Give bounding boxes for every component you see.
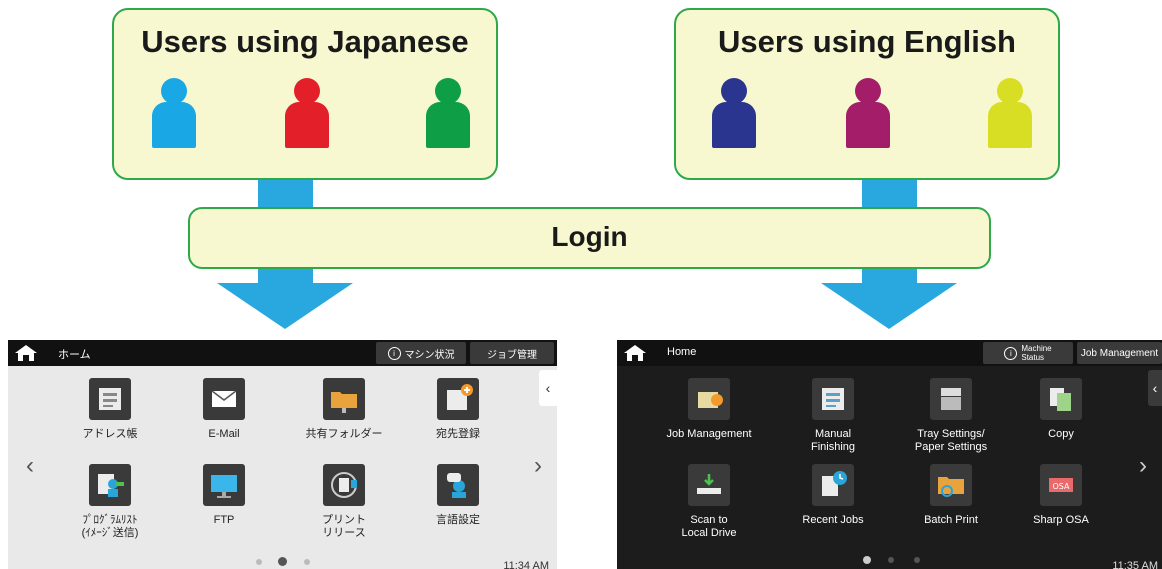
english-users-title: Users using English [717,24,1016,59]
batch-print-icon [930,464,972,506]
tile-ftp[interactable]: FTP [194,464,254,544]
tile-program-list[interactable]: ﾌﾟﾛｸﾞﾗﾑﾘｽﾄ (ｲﾒｰｼﾞ送信) [80,464,140,544]
login-box: Login [188,207,991,269]
tile-recent-jobs[interactable]: Recent Jobs [802,464,864,544]
tile-label: E-Mail [208,428,240,440]
job-management-button[interactable]: ジョブ管理 [470,342,554,364]
home-title: Home [667,346,697,358]
tile-label: Batch Print [924,514,978,526]
tile-label: Manual Finishing [810,428,856,453]
person-icon [152,78,196,150]
person-icon [285,78,329,150]
tile-sharp-osa[interactable]: OSA Sharp OSA [1031,464,1091,544]
manual-finishing-icon [812,378,854,420]
tile-shared-folder[interactable]: 共有フォルダー [306,378,383,458]
language-settings-icon [437,464,479,506]
english-users-box: Users using English [674,8,1060,180]
tile-label: Tray Settings/ Paper Settings [914,428,988,453]
tile-job-management[interactable]: Job Management [667,378,752,458]
english-to-login-connector [862,180,917,209]
email-icon [203,378,245,420]
job-management-icon [688,378,730,420]
page-dot[interactable] [888,557,894,563]
destination-register-icon [437,378,479,420]
japanese-users-title: Users using Japanese [141,24,469,59]
machine-status-button[interactable]: i マシン状況 [376,342,466,364]
down-arrow-right [821,283,957,329]
page-dot-active[interactable] [863,556,871,564]
copy-icon [1040,378,1082,420]
login-to-japanese-connector [258,269,313,283]
clock: 11:34 AM [503,560,549,569]
down-arrow-left [217,283,353,329]
person-icon [988,78,1032,150]
tile-label: Copy [1048,428,1074,440]
home-title: ホーム [58,349,91,361]
previous-page-chevron[interactable]: ‹ [26,452,34,480]
tile-label: Sharp OSA [1033,514,1089,526]
tile-label: 宛先登録 [436,428,480,440]
tray-settings-icon [930,378,972,420]
tile-label: プリント リリース [322,514,366,539]
top-bar: Home i Machine Status Job Management [617,340,1162,366]
person-icon [846,78,890,150]
tile-label: FTP [213,514,235,526]
tile-manual-finishing[interactable]: Manual Finishing [803,378,863,458]
tile-label: アドレス帳 [82,428,138,440]
next-page-chevron[interactable]: › [1139,452,1147,480]
machine-status-button[interactable]: i Machine Status [983,342,1073,364]
print-release-icon [323,464,365,506]
address-book-icon [89,378,131,420]
machine-status-label: Machine Status [1021,344,1052,362]
page-dot[interactable] [914,557,920,563]
home-icon[interactable] [623,344,653,362]
shared-folder-icon [323,378,365,420]
english-home-screen: Home i Machine Status Job Management ‹ ›… [617,340,1162,569]
japanese-home-screen: ホーム i マシン状況 ジョブ管理 ‹ ‹ › アドレス帳 E-Mail 共有フォル… [8,340,557,569]
tile-scan-to-local-drive[interactable]: Scan to Local Drive [679,464,739,544]
home-icon[interactable] [14,344,44,362]
next-page-chevron[interactable]: › [534,452,542,480]
tile-label: Scan to Local Drive [681,514,737,539]
recent-jobs-icon [812,464,854,506]
machine-status-label: マシン状況 [404,349,455,361]
info-icon: i [387,346,401,360]
tile-label: 共有フォルダー [305,428,383,440]
info-icon: i [1004,346,1018,360]
tile-copy[interactable]: Copy [1031,378,1091,458]
clock: 11:35 AM [1112,560,1158,569]
tile-label: Job Management [666,428,752,440]
tile-label: 言語設定 [436,514,480,526]
collapse-tab[interactable]: ‹ [539,370,557,406]
svg-text:OSA: OSA [1053,482,1071,491]
job-management-button[interactable]: Job Management [1077,342,1162,364]
tile-email[interactable]: E-Mail [194,378,254,458]
tile-label: Recent Jobs [802,514,864,526]
tile-print-release[interactable]: プリント リリース [314,464,374,544]
ftp-icon [203,464,245,506]
login-to-english-connector [862,269,917,283]
sharp-osa-icon: OSA [1040,464,1082,506]
tile-label: ﾌﾟﾛｸﾞﾗﾑﾘｽﾄ (ｲﾒｰｼﾞ送信) [81,514,139,539]
japanese-users-box: Users using Japanese [112,8,498,180]
person-icon [712,78,756,150]
tile-batch-print[interactable]: Batch Print [921,464,981,544]
page-dot-active[interactable] [278,557,287,566]
scan-to-local-drive-icon [688,464,730,506]
japanese-to-login-connector [258,180,313,209]
top-bar: ホーム i マシン状況 ジョブ管理 [8,340,557,366]
tile-tray-settings[interactable]: Tray Settings/ Paper Settings [915,378,987,458]
tile-destination-register[interactable]: 宛先登録 [428,378,488,458]
page-dot[interactable] [256,559,262,565]
collapse-tab[interactable]: ‹ [1148,370,1162,406]
program-list-icon [89,464,131,506]
tile-address-book[interactable]: アドレス帳 [80,378,140,458]
page-dot[interactable] [304,559,310,565]
tile-language-settings[interactable]: 言語設定 [428,464,488,544]
person-icon [426,78,470,150]
